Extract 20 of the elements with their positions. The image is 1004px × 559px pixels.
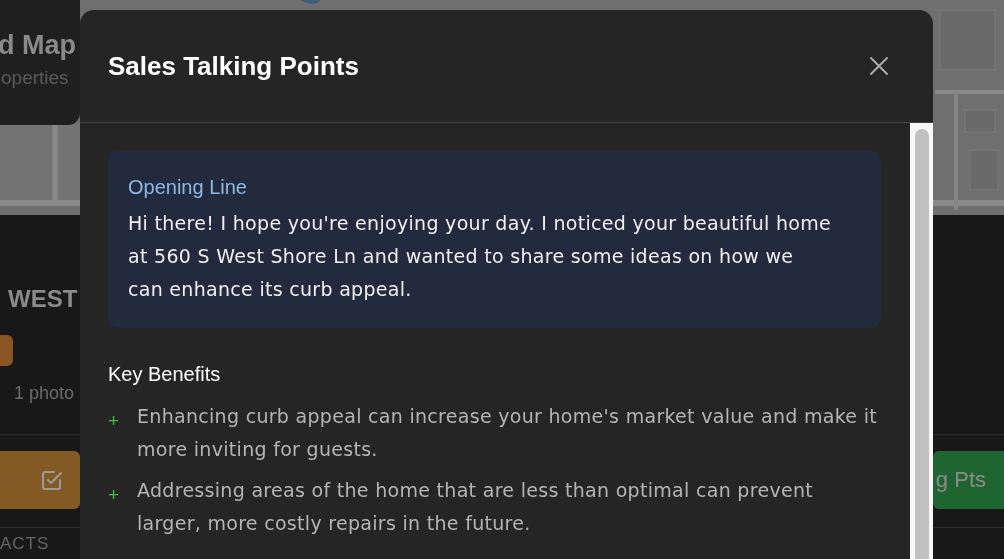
close-icon: [869, 56, 889, 76]
scrollbar-thumb[interactable]: [914, 129, 929, 559]
scrollbar[interactable]: [910, 123, 933, 559]
property-title: WEST: [8, 285, 78, 313]
close-button[interactable]: [869, 56, 889, 76]
card-heading: Opening Line: [128, 175, 248, 200]
page-subtitle: operties: [1, 67, 69, 89]
section-heading: Key Benefits: [108, 362, 222, 387]
benefit-text: Addressing areas of the home that are less than optimal can prevent larger, more costly repairs in the future.: [137, 478, 814, 536]
plus-marker: +: [108, 483, 121, 507]
talking-points-button[interactable]: g Pts: [933, 451, 1004, 509]
plus-marker: +: [108, 409, 121, 433]
check-in-button[interactable]: [0, 451, 80, 509]
status-badge: [0, 335, 13, 366]
opening-line-text: Hi there! I hope you're enjoying your day. I noticed your beautiful home at 560 S West Shore Ln and wanted to share some ideas on how we can enhance its curb appeal.: [128, 211, 832, 302]
photo-count: 1 photo: [14, 383, 75, 404]
dialog-title: Sales Talking Points: [108, 50, 359, 82]
section-label: ACTS: [0, 534, 50, 554]
benefit-text: Enhancing curb appeal can increase your home's market value and make it more inviting for guests.: [137, 404, 878, 462]
checkbox-icon: [40, 468, 64, 492]
